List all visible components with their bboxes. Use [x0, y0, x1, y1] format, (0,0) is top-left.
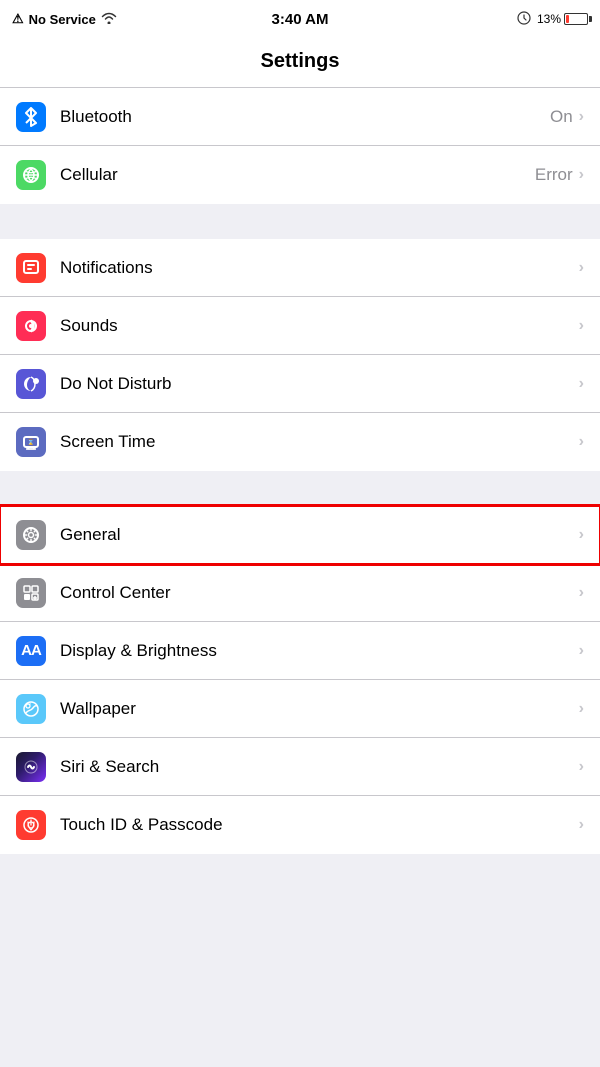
status-time: 3:40 AM	[272, 11, 329, 28]
siri-icon-bg	[16, 752, 46, 782]
status-left: ⚠ No Service	[12, 11, 117, 27]
row-siri[interactable]: Siri & Search ›	[0, 738, 600, 796]
section-notifications: Notifications › Sounds › Do Not Disturb …	[0, 239, 600, 471]
row-general[interactable]: General ›	[0, 506, 600, 564]
dnd-icon-bg	[16, 369, 46, 399]
cellular-label: Cellular	[60, 165, 535, 185]
row-sounds[interactable]: Sounds ›	[0, 297, 600, 355]
sounds-chevron: ›	[579, 317, 584, 335]
screen-orientation-icon	[517, 11, 531, 28]
cellular-chevron: ›	[579, 166, 584, 184]
dnd-label: Do Not Disturb	[60, 374, 579, 394]
controlcenter-chevron: ›	[579, 584, 584, 602]
bluetooth-chevron: ›	[579, 108, 584, 126]
touchid-label: Touch ID & Passcode	[60, 815, 579, 835]
wallpaper-chevron: ›	[579, 700, 584, 718]
spacer-1	[0, 204, 600, 239]
no-service-text: No Service	[29, 12, 96, 27]
no-service-icon: ⚠	[12, 11, 24, 27]
cellular-value: Error	[535, 165, 573, 185]
controlcenter-label: Control Center	[60, 583, 579, 603]
screentime-label: Screen Time	[60, 432, 579, 452]
wallpaper-icon-bg	[16, 694, 46, 724]
row-screentime[interactable]: ⌛ Screen Time ›	[0, 413, 600, 471]
spacer-2	[0, 471, 600, 506]
dnd-chevron: ›	[579, 375, 584, 393]
general-chevron: ›	[579, 526, 584, 544]
display-chevron: ›	[579, 642, 584, 660]
status-right: 13%	[517, 11, 588, 28]
row-donotdisturb[interactable]: Do Not Disturb ›	[0, 355, 600, 413]
touchid-chevron: ›	[579, 816, 584, 834]
battery-fill	[566, 15, 569, 23]
row-notifications[interactable]: Notifications ›	[0, 239, 600, 297]
battery-percent: 13%	[537, 12, 561, 26]
spacer-bottom	[0, 854, 600, 904]
row-wallpaper[interactable]: Wallpaper ›	[0, 680, 600, 738]
notifications-label: Notifications	[60, 258, 579, 278]
controlcenter-icon-bg	[16, 578, 46, 608]
wifi-icon	[101, 11, 117, 27]
battery-icon	[564, 13, 588, 25]
notifications-icon-bg	[16, 253, 46, 283]
sounds-icon-bg	[16, 311, 46, 341]
display-label: Display & Brightness	[60, 641, 579, 661]
wallpaper-label: Wallpaper	[60, 699, 579, 719]
row-cellular[interactable]: Cellular Error ›	[0, 146, 600, 204]
page-title: Settings	[0, 50, 600, 73]
bluetooth-label: Bluetooth	[60, 107, 550, 127]
siri-label: Siri & Search	[60, 757, 579, 777]
cellular-icon-bg	[16, 160, 46, 190]
screentime-chevron: ›	[579, 433, 584, 451]
page-title-bar: Settings	[0, 38, 600, 88]
display-icon-bg: AA	[16, 636, 46, 666]
sounds-label: Sounds	[60, 316, 579, 336]
row-controlcenter[interactable]: Control Center ›	[0, 564, 600, 622]
svg-text:⌛: ⌛	[27, 438, 34, 446]
section-connectivity: Bluetooth On › Cellular Error ›	[0, 88, 600, 204]
row-bluetooth[interactable]: Bluetooth On ›	[0, 88, 600, 146]
siri-chevron: ›	[579, 758, 584, 776]
screentime-icon-bg: ⌛	[16, 427, 46, 457]
general-icon-bg	[16, 520, 46, 550]
notifications-chevron: ›	[579, 259, 584, 277]
bluetooth-value: On	[550, 107, 573, 127]
section-general: General › Control Center › AA Display & …	[0, 506, 600, 854]
general-label: General	[60, 525, 579, 545]
touchid-icon-bg	[16, 810, 46, 840]
bluetooth-icon-bg	[16, 102, 46, 132]
row-display[interactable]: AA Display & Brightness ›	[0, 622, 600, 680]
status-bar: ⚠ No Service 3:40 AM 13%	[0, 0, 600, 38]
row-touchid[interactable]: Touch ID & Passcode ›	[0, 796, 600, 854]
battery-indicator: 13%	[537, 12, 588, 26]
